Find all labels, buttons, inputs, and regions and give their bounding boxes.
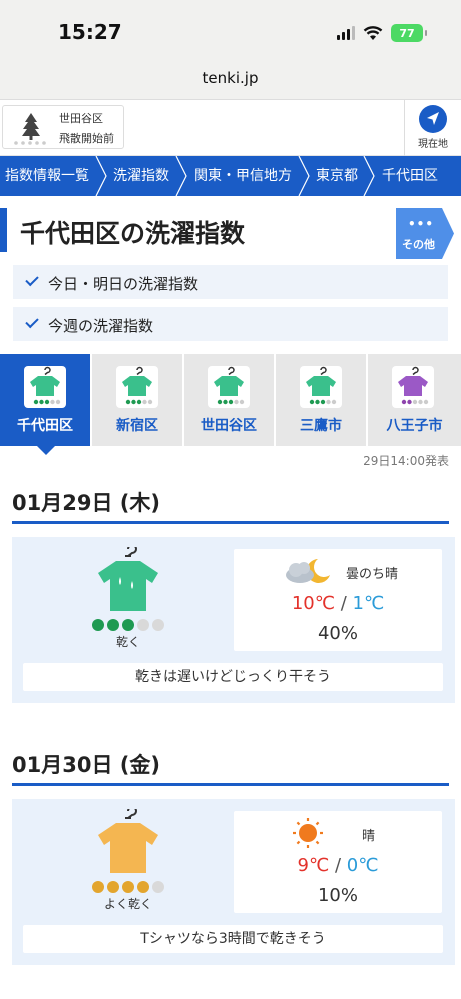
breadcrumb-item-index-list[interactable]: 指数情報一覧 — [5, 156, 89, 196]
precip-chance: 10% — [317, 885, 358, 906]
weather-text: 晴 — [362, 829, 376, 844]
temperature-row: 10℃ / 1℃ — [234, 593, 442, 614]
battery-icon: 77 — [391, 24, 427, 42]
page-title: 千代田区の洗濯指数 — [20, 219, 246, 248]
tab-shinjuku[interactable]: 新宿区 — [92, 354, 182, 446]
link-label: 今日・明日の洗濯指数 — [48, 275, 199, 293]
cedar-tree-icon — [14, 113, 46, 145]
temperature-row: 9℃ / 0℃ — [234, 855, 442, 876]
tab-label: 八王子市 — [386, 418, 443, 434]
location-arrow-icon — [419, 105, 447, 133]
level-dot — [152, 619, 164, 631]
tab-label: 三鷹市 — [300, 418, 342, 434]
status-time: 15:27 — [58, 20, 122, 44]
temp-low: 1℃ — [352, 593, 385, 614]
location-header: 世田谷区 飛散開始前 現在地 — [0, 100, 461, 156]
laundry-comment: 乾きは遅いけどじっくり干そう — [23, 663, 443, 691]
breadcrumb-item-chiyoda[interactable]: 千代田区 — [382, 156, 438, 196]
shirt-icon — [116, 366, 158, 408]
tab-setagaya[interactable]: 世田谷区 — [184, 354, 274, 446]
current-location-button[interactable]: 現在地 — [404, 100, 461, 156]
url-text: tenki.jp — [202, 69, 259, 87]
level-dots — [92, 881, 164, 893]
check-icon — [25, 314, 39, 329]
tab-label: 世田谷区 — [201, 418, 257, 434]
breadcrumb-item-tokyo[interactable]: 東京都 — [316, 156, 358, 196]
level-dot — [122, 619, 134, 631]
current-location-label: 現在地 — [418, 139, 448, 150]
title-row: 千代田区の洗濯指数 ••• その他 — [0, 208, 461, 259]
pollen-area: 世田谷区 — [59, 112, 103, 125]
battery-level: 77 — [399, 26, 415, 40]
level-dot — [152, 881, 164, 893]
more-dots-icon: ••• — [408, 217, 435, 231]
day-panel: 乾く 曇のち晴 10℃ / 1℃ 40% 乾きは遅いけどじっくり干そう — [12, 537, 455, 703]
check-icon — [25, 272, 39, 287]
breadcrumb-separator-icon — [298, 156, 310, 196]
signal-icon — [337, 26, 355, 40]
temp-high: 10℃ — [291, 593, 335, 614]
level-dots — [92, 619, 164, 631]
level-label: 乾く — [115, 635, 140, 649]
laundry-comment: Tシャツなら3時間で乾きそう — [23, 925, 443, 953]
link-label: 今週の洗濯指数 — [48, 317, 154, 335]
tab-chiyoda[interactable]: 千代田区 — [0, 354, 90, 446]
weather-text: 曇のち晴 — [346, 567, 399, 582]
link-this-week[interactable]: 今週の洗濯指数 — [13, 307, 448, 341]
breadcrumb-item-kanto-koshin[interactable]: 関東・甲信地方 — [194, 156, 292, 196]
issued-time: 29日14:00発表 — [363, 454, 449, 468]
day-panel: よく乾く 晴 9℃ / 0℃ 10% Tシャツなら3時間で乾きそう — [12, 799, 455, 965]
breadcrumb-separator-icon — [363, 156, 375, 196]
shirt-icon — [300, 366, 342, 408]
level-label: よく乾く — [103, 897, 152, 911]
level-dot — [137, 881, 149, 893]
active-tab-pointer — [37, 446, 55, 455]
more-label: その他 — [402, 238, 435, 251]
shirt-icon — [24, 366, 66, 408]
breadcrumb: 指数情報一覧 洗濯指数 関東・甲信地方 東京都 千代田区 — [0, 156, 461, 196]
date-rule — [12, 783, 449, 786]
level-dot — [122, 881, 134, 893]
weather-card: 晴 9℃ / 0℃ 10% — [234, 811, 442, 913]
breadcrumb-separator-icon — [175, 156, 187, 196]
status-bar: 15:27 77 — [0, 0, 461, 58]
temp-high: 9℃ — [297, 855, 330, 876]
link-today-tomorrow[interactable]: 今日・明日の洗濯指数 — [13, 265, 448, 299]
date-rule — [12, 521, 449, 524]
tab-hachioji[interactable]: 八王子市 — [368, 354, 461, 446]
breadcrumb-item-laundry-index[interactable]: 洗濯指数 — [113, 156, 169, 196]
tab-label: 新宿区 — [116, 418, 158, 434]
level-dot — [107, 881, 119, 893]
shirt-icon — [98, 809, 158, 873]
tab-label: 千代田区 — [17, 418, 73, 434]
wifi-icon — [363, 25, 383, 40]
precip-chance: 40% — [317, 623, 358, 644]
address-bar[interactable]: tenki.jp — [0, 58, 461, 100]
date-heading: 01月30日 (金) — [12, 753, 160, 777]
title-accent-bar — [0, 208, 7, 252]
level-dot — [92, 881, 104, 893]
status-icons: 77 — [337, 24, 427, 42]
date-heading: 01月29日 (木) — [12, 491, 160, 515]
shirt-icon — [392, 366, 434, 408]
shirt-icon — [208, 366, 250, 408]
sun-icon — [293, 818, 323, 848]
temp-separator: / — [340, 593, 347, 614]
cloud-moon-icon — [286, 559, 330, 583]
level-dot — [92, 619, 104, 631]
pollen-widget[interactable]: 世田谷区 飛散開始前 — [2, 105, 124, 149]
area-tabs: 千代田区 新宿区 世田谷区 三鷹市 八王子市 — [0, 354, 461, 446]
breadcrumb-separator-icon — [95, 156, 107, 196]
temp-low: 0℃ — [346, 855, 379, 876]
temp-separator: / — [334, 855, 342, 876]
level-dot — [107, 619, 119, 631]
shirt-icon — [98, 547, 158, 611]
weather-card: 曇のち晴 10℃ / 1℃ 40% — [234, 549, 442, 651]
pollen-status: 飛散開始前 — [59, 132, 114, 145]
level-dot — [137, 619, 149, 631]
tab-mitaka[interactable]: 三鷹市 — [276, 354, 366, 446]
more-menu-button[interactable]: ••• その他 — [396, 208, 454, 259]
